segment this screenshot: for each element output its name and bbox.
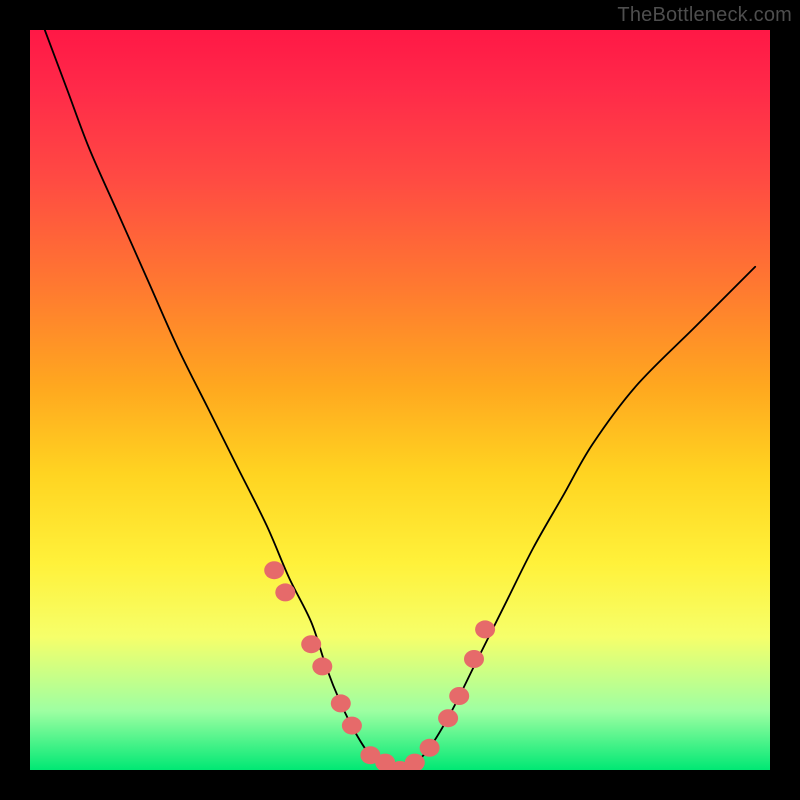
marker-dot [312, 657, 332, 675]
marker-dot [420, 739, 440, 757]
marker-dot [475, 620, 495, 638]
plot-svg [30, 30, 770, 770]
marker-dot [449, 687, 469, 705]
marker-dot [275, 583, 295, 601]
marker-dot [438, 709, 458, 727]
marker-dot [331, 694, 351, 712]
bottleneck-curve [45, 30, 755, 770]
marker-dot [264, 561, 284, 579]
plot-area [30, 30, 770, 770]
marker-dot [342, 717, 362, 735]
marker-dot [301, 635, 321, 653]
marker-dot [464, 650, 484, 668]
chart-stage: TheBottleneck.com [0, 0, 800, 800]
watermark-text: TheBottleneck.com [617, 4, 792, 27]
near-optimal-markers [264, 561, 495, 770]
